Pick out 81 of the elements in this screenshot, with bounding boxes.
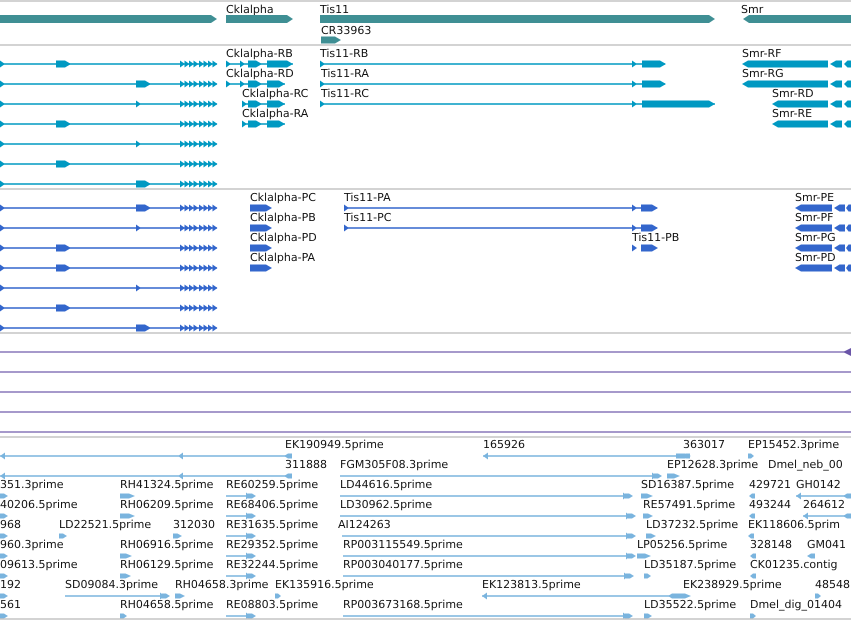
feature-label: Cklalpha-RA [242,107,308,120]
feature-label: RH04658.5prime [120,598,214,611]
feature-label: Cklalpha-PA [250,251,316,264]
feature-label: LD35522.5prime [644,598,736,611]
feature-label: EK118606.5prim [748,518,840,531]
feature-label: LD44616.5prime [340,478,432,491]
feature-label: CK01235.contig [750,558,838,571]
feature-label: 09613.5prime [0,558,78,571]
feature-label: Smr-RG [742,67,784,80]
feature-label: RH04658.3prime [175,578,268,591]
feature-label: LD30962.5prime [340,498,432,511]
feature-label: LD37232.5prime [646,518,738,531]
feature-label: CR33963 [321,24,372,37]
feature-label: RP003115549.5prime [343,538,463,551]
feature-label: Cklalpha-PC [250,191,316,204]
feature-label: Tis11-PB [632,231,680,244]
feature-label: EK190949.5prime [285,438,384,451]
feature-label: Cklalpha-PB [250,211,316,224]
feature-label: Tis11-RC [321,87,369,100]
feature-label: 264612 [803,498,845,511]
feature-label: Tis11-PA [344,191,391,204]
feature-label: 165926 [483,438,525,451]
feature-label: 960.3prime [0,538,64,551]
feature-label: Cklalpha-PD [250,231,317,244]
feature-label: Cklalpha-RD [226,67,294,80]
feature-label: Smr-RD [772,87,814,100]
feature-label: SD16387.5prime [641,478,734,491]
feature-label: Smr [741,3,764,16]
feature-label: 351.3prime [0,478,64,491]
feature-label: Cklalpha-RB [226,47,293,60]
feature-label: 561 [0,598,21,611]
feature-label: RE31635.5prime [226,518,318,531]
feature-label: RE08803.5prime [226,598,318,611]
feature-label: 48548 [815,578,850,591]
feature-label: GM041 [807,538,846,551]
feature-label: Smr-RF [742,47,782,60]
feature-label: Cklalpha [226,3,274,16]
feature-label: 328148 [750,538,792,551]
feature-label: Dmel_dig_01404 [750,598,842,611]
feature-label: 363017 [683,438,725,451]
feature-label: 40206.5prime [0,498,78,511]
feature-label: 493244 [749,498,791,511]
feature-label: LD22521.5prime [59,518,152,531]
feature-label: Tis11-RA [321,67,369,80]
feature-label: RP003040177.5prime [343,558,463,571]
feature-label: Smr-RE [772,107,812,120]
feature-label: EP15452.3prime [748,438,840,451]
feature-label: Tis11-PC [344,211,392,224]
feature-label: 192 [0,578,21,591]
feature-label: Smr-PD [795,251,836,264]
feature-label: LD35187.5prime [644,558,736,571]
feature-label: Dmel_neb_00 [768,458,843,471]
feature-label: EK238929.5prime [683,578,782,591]
feature-label: RE32244.5prime [226,558,318,571]
feature-label: Tis11-RB [320,47,368,60]
feature-label: Cklalpha-RC [242,87,308,100]
feature-label: Tis11 [320,3,350,16]
feature-label: EK123813.5prime [482,578,581,591]
feature-label: Smr-PE [795,191,834,204]
feature-label: EK135916.5prime [275,578,374,591]
feature-label: AI124263 [338,518,391,531]
feature-label: RE29352.5prime [226,538,318,551]
feature-label: RE57491.5prime [643,498,736,511]
feature-label: 429721 [749,478,791,491]
feature-label: 311888 [285,458,327,471]
feature-label: RP003673168.5prime [343,598,463,611]
feature-label: SD09084.3prime [65,578,158,591]
feature-label: Smr-PF [795,211,834,224]
feature-label: 968 [0,518,21,531]
feature-label: RH06916.5prime [120,538,214,551]
feature-label: GH0142 [796,478,841,491]
feature-label: EP12628.3prime [667,458,758,471]
feature-label: 312030 [173,518,215,531]
feature-label: RE68406.5prime [226,498,318,511]
feature-label: LP05256.5prime [637,538,728,551]
feature-label: RE60259.5prime [226,478,318,491]
feature-label: Smr-PG [795,231,836,244]
feature-label: RH06209.5prime [120,498,214,511]
feature-label: RH06129.5prime [120,558,214,571]
feature-label: FGM305F08.3prime [340,458,448,471]
feature-label: RH41324.5prime [120,478,214,491]
